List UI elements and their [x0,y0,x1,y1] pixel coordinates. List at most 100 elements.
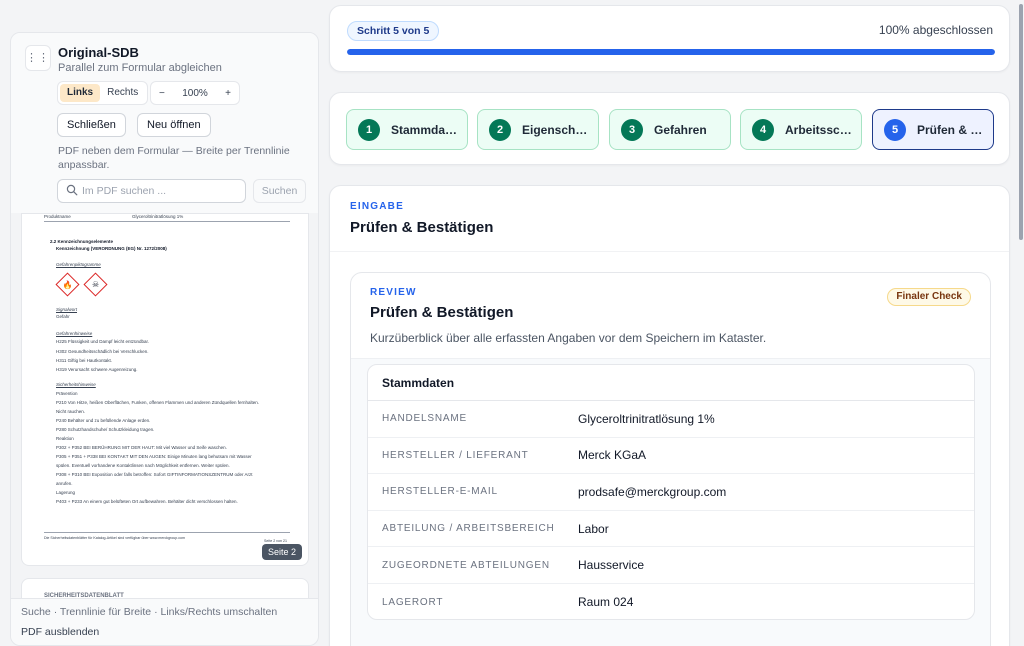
pdf-precaution-line: P305 + P351 + P338 BEI KONTAKT MIT DEN A… [56,454,252,459]
stammdaten-table: Stammdaten HANDELSNAME Glyceroltrinitrat… [367,364,975,620]
zoom-out-button[interactable]: − [159,88,165,99]
review-body: Stammdaten HANDELSNAME Glyceroltrinitrat… [351,358,990,646]
pdf-regulation: Kennzeichnung (VERORDNUNG (EG) Nr. 1272/… [56,246,167,251]
step-label: Arbeitsschutz [785,122,855,137]
pdf-precaution-line: spülen. Eventuell vorhandene Kontaktlins… [56,463,230,468]
review-title: Prüfen & Bestätigen [370,304,514,321]
table-row: HANDELSNAME Glyceroltrinitratlösung 1% [368,401,974,438]
pdf-search-input[interactable] [57,179,246,203]
pdf-precaution-line: anrufen. [56,481,73,486]
step-label: Gefahren [654,122,707,137]
pdf-precaution-line: P210 Von Hitze, heißen Oberflächen, Funk… [56,400,260,405]
row-key: ABTEILUNG / ARBEITSBEREICH [382,523,555,535]
step-number: 5 [884,118,906,141]
step-3-gefahren[interactable]: 3 Gefahren [609,109,731,150]
pdf-precaution-line: Lagerung [56,490,76,495]
pdf-precaution-line: P280 Schutzhandschuhe/ Schutzkleidung tr… [56,427,155,432]
row-value: Glyceroltrinitratlösung 1% [578,411,715,426]
hide-pdf-link[interactable]: PDF ausblenden [21,626,99,638]
pdf-footer-left: Die Sicherheitsdatenblätter für Katalog-… [44,536,186,540]
step-5-pruefen-current[interactable]: 5 Prüfen & Bestätigen [872,109,994,150]
flame-pictogram-icon: 🔥 [55,272,80,297]
reopen-pdf-button[interactable]: Neu öffnen [137,113,211,137]
side-left-button[interactable]: Links [60,84,101,102]
pdf-hazard-label: Gefahrenhinweise [56,331,93,336]
pdf-header-left: Produktname [44,214,71,219]
step-number: 1 [358,118,380,141]
review-panel: REVIEW Prüfen & Bestätigen Kurzüberblick… [350,272,991,646]
pdf-panel-title: Original-SDB [58,45,139,60]
pdf-panel-subtitle: Parallel zum Formular abgleichen [58,62,222,74]
step-2-eigenschaften[interactable]: 2 Eigenschaften [477,109,599,150]
pdf-precaution-line: P403 + P233 An einem gut belüfteten Ort … [56,499,238,504]
pdf-search-button[interactable]: Suchen [253,179,306,203]
stepper: 1 Stammdaten 2 Eigenschaften 3 Gefahren … [329,92,1010,165]
row-key: HERSTELLER / LIEFERANT [382,449,529,461]
pdf-header-right: Glyceroltrinitratlösung 1% [132,214,184,219]
drag-handle-icon[interactable]: ⋮⋮ [25,45,51,71]
step-label: Eigenschaften [522,122,592,137]
scrollbar-thumb[interactable] [1019,4,1023,240]
row-key: ZUGEORDNETE ABTEILUNGEN [382,559,550,571]
zoom-level: 100% [182,87,208,99]
table-row: LAGERORT Raum 024 [368,584,974,619]
page-title: Prüfen & Bestätigen [350,219,494,236]
review-subtitle: Kurzüberblick über alle erfassten Angabe… [370,331,767,345]
step-label: Stammdaten [391,122,461,137]
pdf-precaution-line: P302 + P352 BEI BERÜHRUNG MIT DER HAUT: … [56,445,227,450]
pdf-pictograms-label: Gefahrenpiktogramme [56,262,101,267]
pdf-hazard-line: H302 Gesundheitsschädlich bei Verschluck… [56,349,149,354]
pdf-hazard-line: H319 Verursacht schwere Augenreizung. [56,367,138,372]
pdf-precaution-label: Sicherheitshinweise [56,382,96,387]
step-number: 3 [621,118,643,141]
row-value: Hausservice [578,558,645,573]
row-key: LAGERORT [382,596,444,608]
progress-status: 100% abgeschlossen [878,23,993,37]
pdf-hint-text: PDF neben dem Formular — Breite per Tren… [58,145,290,171]
review-eyebrow: REVIEW [370,287,417,298]
close-pdf-button[interactable]: Schließen [57,113,126,137]
zoom-in-button[interactable]: + [225,88,231,99]
pdf-signal-word: Gefahr [56,314,70,319]
page-number-badge: Seite 2 [262,544,303,560]
section-eyebrow: EINGABE [350,201,404,212]
step-counter-badge: Schritt 5 von 5 [347,21,440,41]
row-key: HANDELSNAME [382,413,467,425]
progress-bar [347,49,995,55]
step-4-arbeitsschutz[interactable]: 4 Arbeitsschutz [740,109,862,150]
progress-card: Schritt 5 von 5 100% abgeschlossen [329,5,1010,72]
step-number: 2 [489,118,511,141]
pdf-page: Produktname Glyceroltrinitratlösung 1% 2… [21,213,309,566]
progress-bar-fill [347,49,995,55]
main-card: EINGABE Prüfen & Bestätigen REVIEW Prüfe… [329,185,1010,646]
pdf-precaution-line: Prävention [56,391,78,396]
pdf-precaution-line: Nicht rauchen. [56,409,86,414]
pdf-section-heading: 2.2 Kennzeichnungselemente [50,239,114,244]
step-1-stammdaten[interactable]: 1 Stammdaten [346,109,468,150]
row-value: Merck KGaA [578,448,647,463]
step-label: Prüfen & Bestätigen [917,122,987,137]
pdf-hazard-line: H311 Giftig bei Hautkontakt. [56,358,112,363]
pdf-footer-rule [44,532,290,533]
pdf-panel-header: ⋮⋮ Original-SDB Parallel zum Formular ab… [11,33,318,213]
pdf-precaution-line: P240 Behälter und zu befüllende Anlage e… [56,418,151,423]
table-row: ZUGEORDNETE ABTEILUNGEN Hausservice [368,547,974,584]
row-value: Raum 024 [578,595,634,610]
table-row: HERSTELLER / LIEFERANT Merck KGaA [368,438,974,475]
final-check-badge: Finaler Check [887,288,971,306]
page-scrollbar[interactable] [1018,0,1024,646]
pdf-panel: ⋮⋮ Original-SDB Parallel zum Formular ab… [10,32,319,646]
pdf-precaution-line: P308 + P310 BEI Exposition oder falls be… [56,472,253,477]
side-toggle: Links Rechts [57,81,149,105]
side-right-button[interactable]: Rechts [100,84,145,102]
row-value: Labor [578,521,609,536]
pdf-panel-footer: Suche · Trennlinie für Breite · Links/Re… [11,598,318,645]
table-row: ABTEILUNG / ARBEITSBEREICH Labor [368,511,974,548]
pdf-hazard-line: H225 Flüssigkeit und Dampf leicht entzün… [56,339,150,344]
row-key: HERSTELLER-E-MAIL [382,486,498,498]
pdf-signal-label: Signalwort [56,307,78,312]
row-value: prodsafe@merckgroup.com [578,484,727,499]
search-icon [66,184,78,196]
step-number: 4 [752,118,774,141]
table-row: HERSTELLER-E-MAIL prodsafe@merckgroup.co… [368,474,974,511]
